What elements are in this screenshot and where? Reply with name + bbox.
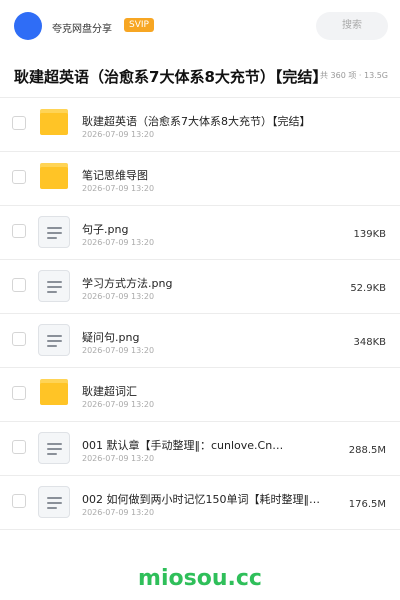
page-title: 耿建超英语（治愈系7大体系8大充节）【完结】	[14, 68, 328, 86]
file-name: 学习方式方法.png	[82, 277, 173, 290]
file-name: 耿建超词汇	[82, 385, 137, 398]
watermark: miosou.cc	[138, 566, 262, 591]
folder-icon	[40, 379, 68, 405]
checkbox[interactable]	[12, 170, 26, 184]
file-row[interactable]: 学习方式方法.png 2026-07-09 13:20 52.9KB	[0, 260, 400, 314]
document-icon	[38, 324, 70, 356]
file-name: 疑问句.png	[82, 331, 140, 344]
file-name: 001 默认章【手动整理‖：cunlove.Cn…	[82, 439, 284, 452]
document-icon	[38, 270, 70, 302]
file-size: 348KB	[353, 337, 386, 348]
top-bar: 夸克网盘分享 SVIP 搜索	[0, 0, 400, 52]
file-row[interactable]: 耿建超英语（治愈系7大体系8大充节）【完结】 2026-07-09 13:20	[0, 98, 400, 152]
folder-icon	[40, 163, 68, 189]
checkbox[interactable]	[12, 440, 26, 454]
file-row[interactable]: 笔记思维导图 2026-07-09 13:20	[0, 152, 400, 206]
file-name: 耿建超英语（治愈系7大体系8大充节）【完结】	[82, 115, 311, 128]
checkbox[interactable]	[12, 332, 26, 346]
file-size: 52.9KB	[350, 283, 386, 294]
file-date: 2026-07-09 13:20	[82, 184, 155, 193]
checkbox[interactable]	[12, 494, 26, 508]
folder-icon	[40, 109, 68, 135]
file-row[interactable]: 002 如何做到两小时记忆150单词【耗时整理‖… 2026-07-09 13:…	[0, 476, 400, 530]
file-row[interactable]: 001 默认章【手动整理‖：cunlove.Cn… 2026-07-09 13:…	[0, 422, 400, 476]
search-button[interactable]: 搜索	[316, 12, 388, 40]
file-date: 2026-07-09 13:20	[82, 238, 155, 247]
file-date: 2026-07-09 13:20	[82, 400, 155, 409]
checkbox[interactable]	[12, 116, 26, 130]
avatar[interactable]	[14, 12, 42, 40]
file-name: 002 如何做到两小时记忆150单词【耗时整理‖…	[82, 493, 320, 506]
file-size: 139KB	[353, 229, 386, 240]
file-row[interactable]: 疑问句.png 2026-07-09 13:20 348KB	[0, 314, 400, 368]
file-name: 笔记思维导图	[82, 169, 148, 182]
folder-meta: 共 360 项 · 13.5G	[320, 71, 388, 80]
file-date: 2026-07-09 13:20	[82, 508, 155, 517]
file-date: 2026-07-09 13:20	[82, 346, 155, 355]
file-date: 2026-07-09 13:20	[82, 130, 155, 139]
file-size: 288.5M	[348, 445, 386, 456]
file-row[interactable]: 耿建超词汇 2026-07-09 13:20	[0, 368, 400, 422]
checkbox[interactable]	[12, 386, 26, 400]
file-name: 句子.png	[82, 223, 129, 236]
file-date: 2026-07-09 13:20	[82, 454, 155, 463]
username: 夸克网盘分享	[52, 24, 112, 35]
document-icon	[38, 216, 70, 248]
document-icon	[38, 486, 70, 518]
file-size: 176.5M	[348, 499, 386, 510]
file-date: 2026-07-09 13:20	[82, 292, 155, 301]
file-row[interactable]: 句子.png 2026-07-09 13:20 139KB	[0, 206, 400, 260]
vip-badge: SVIP	[124, 18, 154, 32]
file-list: 耿建超英语（治愈系7大体系8大充节）【完结】 2026-07-09 13:20 …	[0, 98, 400, 530]
document-icon	[38, 432, 70, 464]
checkbox[interactable]	[12, 278, 26, 292]
checkbox[interactable]	[12, 224, 26, 238]
folder-header: 耿建超英语（治愈系7大体系8大充节）【完结】 共 360 项 · 13.5G	[0, 52, 400, 98]
